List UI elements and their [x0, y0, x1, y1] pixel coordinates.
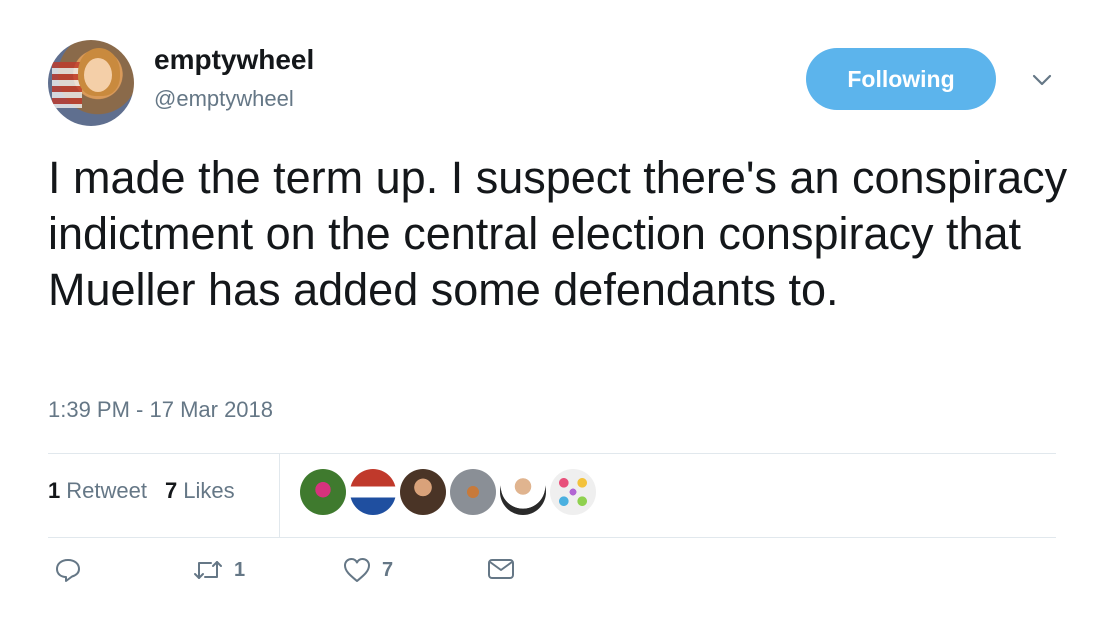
- retweets-label: Retweet: [66, 478, 147, 503]
- like-button[interactable]: 7: [342, 556, 393, 584]
- tweet-timestamp[interactable]: 1:39 PM - 17 Mar 2018: [48, 397, 273, 423]
- liker-avatar[interactable]: [350, 469, 396, 515]
- liker-avatar[interactable]: [450, 469, 496, 515]
- retweet-action-count: 1: [234, 558, 246, 581]
- retweet-button[interactable]: 1: [192, 556, 245, 584]
- liker-avatar[interactable]: [400, 469, 446, 515]
- author-handle[interactable]: @emptywheel: [154, 86, 294, 112]
- likes-label: Likes: [183, 478, 235, 503]
- liker-avatar[interactable]: [550, 469, 596, 515]
- stats-vertical-divider: [279, 453, 280, 537]
- liker-avatar[interactable]: [300, 469, 346, 515]
- like-action-count: 7: [382, 558, 394, 581]
- more-options-chevron-down-icon[interactable]: [1030, 68, 1054, 92]
- stats-bottom-divider: [48, 537, 1056, 538]
- reply-button[interactable]: [54, 556, 82, 584]
- direct-message-button[interactable]: [486, 556, 516, 582]
- likes-stat[interactable]: 7 Likes: [165, 478, 235, 504]
- liker-avatars: [300, 469, 596, 515]
- tweet-card: emptywheel @emptywheel Following I made …: [0, 0, 1102, 622]
- heart-icon: [342, 556, 372, 584]
- likes-count: 7: [164, 478, 178, 503]
- stats-top-divider: [48, 453, 1056, 454]
- author-avatar[interactable]: [48, 40, 134, 126]
- envelope-icon: [486, 556, 516, 582]
- author-display-name[interactable]: emptywheel: [154, 44, 314, 76]
- tweet-text: I made the term up. I suspect there's an…: [48, 152, 1068, 315]
- retweets-stat[interactable]: 1 Retweet: [48, 478, 147, 504]
- retweet-icon: [192, 556, 224, 584]
- reply-icon: [54, 556, 82, 584]
- liker-avatar[interactable]: [500, 469, 546, 515]
- tweet-stats: 1 Retweet 7 Likes: [48, 478, 235, 504]
- retweets-count: 1: [48, 478, 61, 503]
- avatar-face-detail: [84, 58, 112, 92]
- following-button[interactable]: Following: [806, 48, 996, 110]
